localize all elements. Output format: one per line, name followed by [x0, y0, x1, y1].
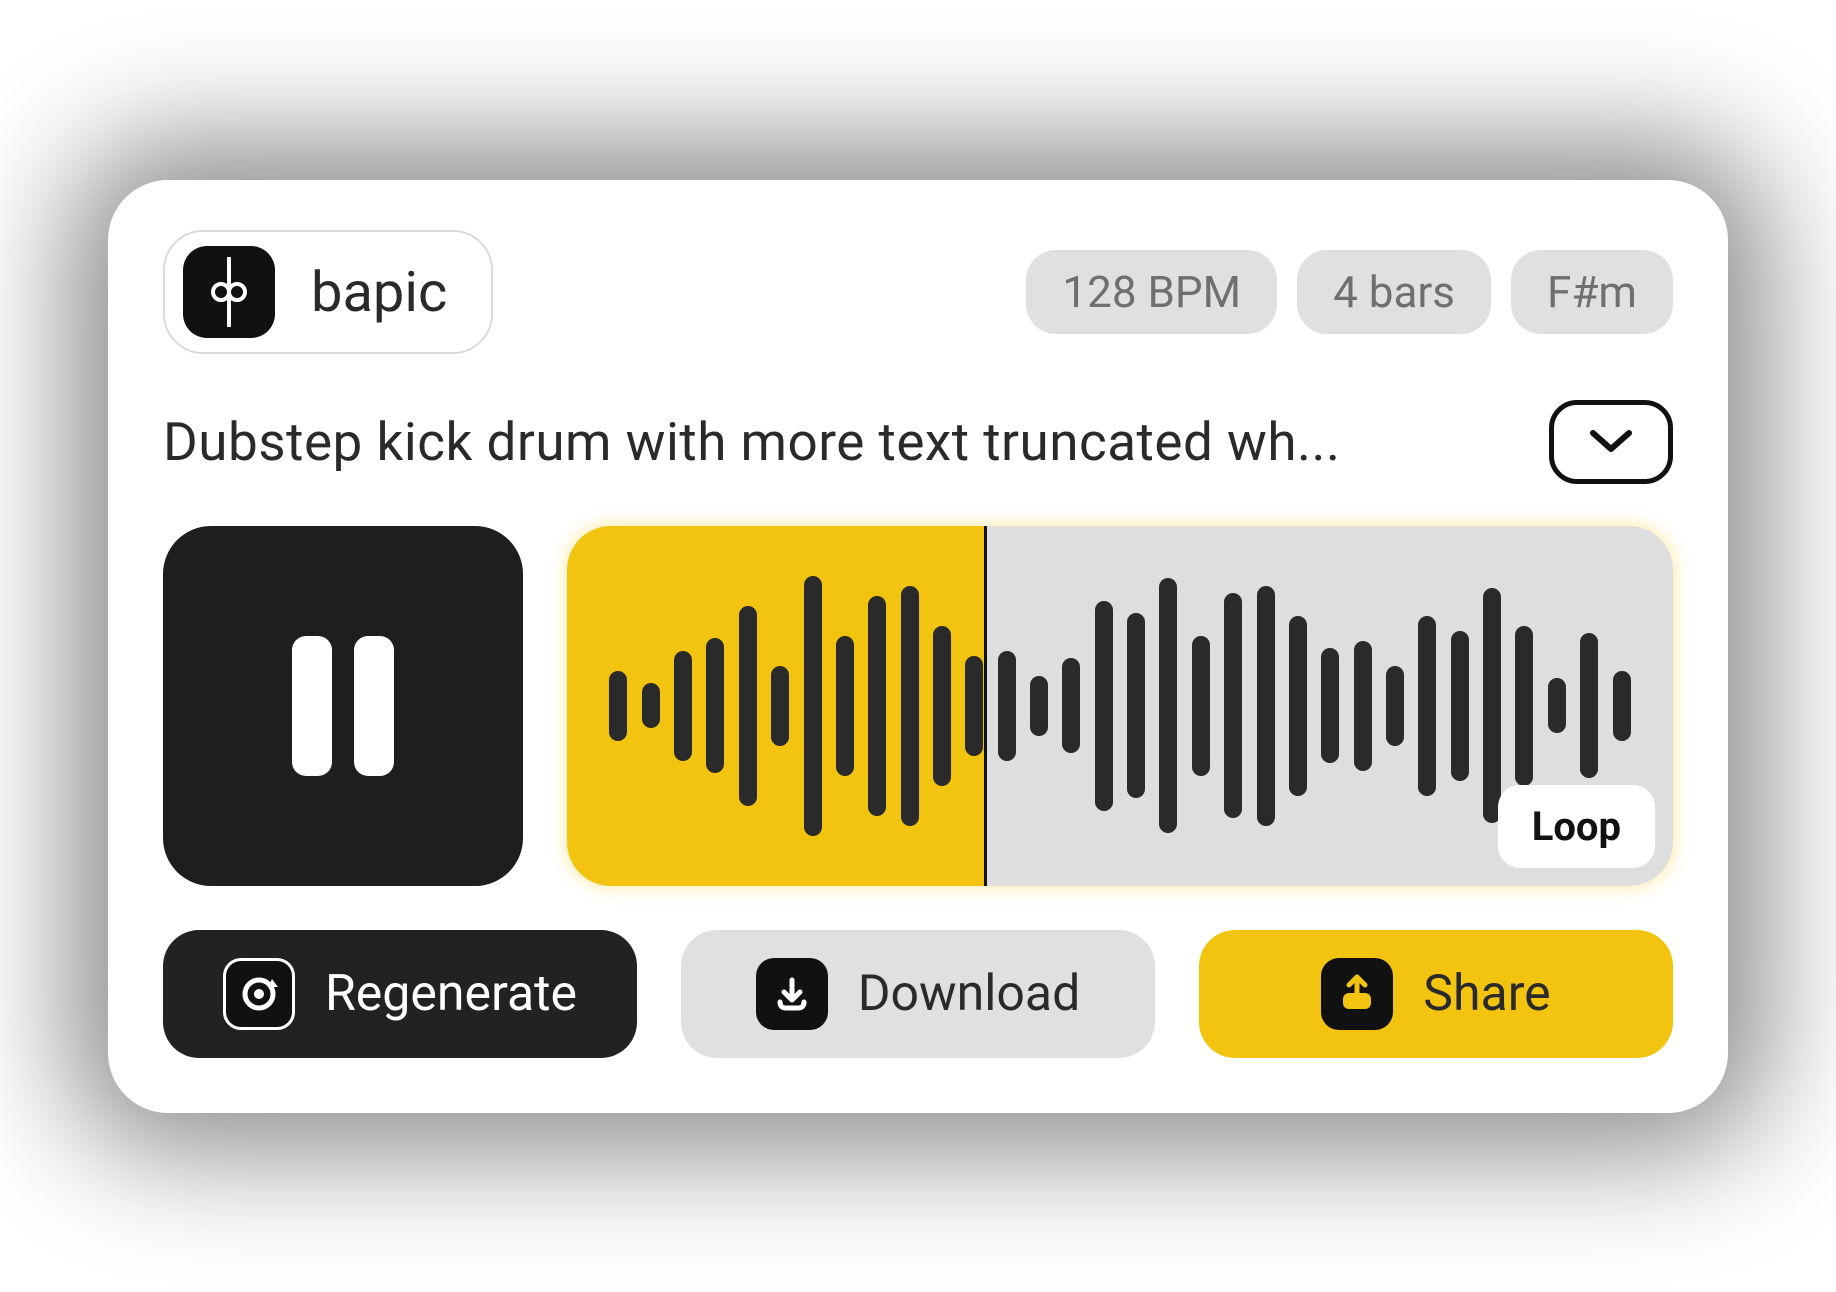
regenerate-button[interactable]: Regenerate [163, 930, 637, 1058]
download-icon [756, 958, 828, 1030]
regenerate-label: Regenerate [325, 965, 577, 1023]
brand-logo-icon [183, 246, 275, 338]
loop-button[interactable]: Loop [1498, 785, 1655, 868]
bpm-chip[interactable]: 128 BPM [1026, 250, 1277, 334]
waveform[interactable]: Loop [567, 526, 1673, 886]
expand-button[interactable] [1549, 400, 1673, 484]
action-row: Regenerate Download Share [163, 930, 1673, 1058]
share-label: Share [1423, 965, 1550, 1023]
audio-card: bapic 128 BPM 4 bars F#m Dubstep kick dr… [108, 180, 1728, 1113]
download-button[interactable]: Download [681, 930, 1155, 1058]
meta-chips: 128 BPM 4 bars F#m [1026, 250, 1673, 334]
pause-button[interactable] [163, 526, 523, 886]
brand-pill[interactable]: bapic [163, 230, 493, 354]
pause-icon [292, 636, 394, 776]
share-button[interactable]: Share [1199, 930, 1673, 1058]
brand-name: bapic [311, 259, 447, 325]
download-label: Download [858, 965, 1081, 1023]
header-row: bapic 128 BPM 4 bars F#m [163, 230, 1673, 354]
chevron-down-icon [1589, 429, 1633, 455]
description-text: Dubstep kick drum with more text truncat… [163, 411, 1519, 473]
player-row: Loop [163, 526, 1673, 886]
regenerate-icon [223, 958, 295, 1030]
description-row: Dubstep kick drum with more text truncat… [163, 400, 1673, 484]
bars-chip[interactable]: 4 bars [1297, 250, 1491, 334]
share-icon [1321, 958, 1393, 1030]
key-chip[interactable]: F#m [1511, 250, 1673, 334]
